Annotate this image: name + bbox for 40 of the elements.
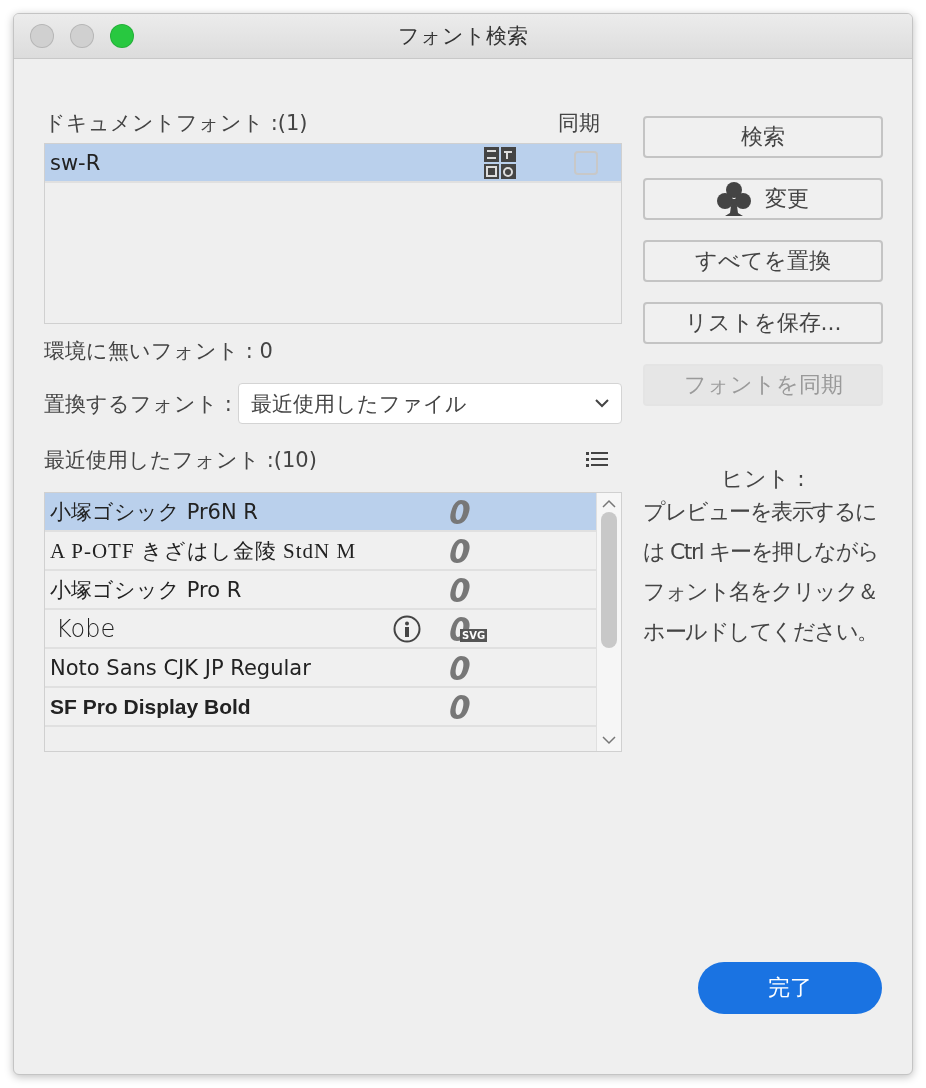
- scrollbar[interactable]: [596, 493, 621, 751]
- document-font-row[interactable]: sw-R: [45, 144, 621, 183]
- info-icon[interactable]: [393, 614, 421, 643]
- missing-fonts-count: 環境に無いフォント : 0: [44, 339, 273, 363]
- action-button[interactable]: リストを保存...: [643, 302, 883, 344]
- font-name: Noto Sans CJK JP Regular: [50, 655, 312, 680]
- replace-font-dropdown[interactable]: 最近使用したファイル: [237, 383, 622, 424]
- scroll-down-icon[interactable]: [602, 736, 616, 745]
- window-close-button[interactable]: [30, 24, 54, 48]
- action-button[interactable]: 変更: [643, 178, 883, 220]
- svg-badge: SVG: [460, 628, 488, 642]
- font-name: SF Pro Display Bold: [50, 694, 252, 719]
- italic-o-icon: [450, 655, 470, 680]
- replace-font-label: 置換するフォント :: [44, 390, 232, 418]
- window-title: フォント検索: [398, 24, 528, 48]
- italic-o-icon: [450, 538, 470, 563]
- font-name: 小塚ゴシック Pr6N R: [50, 498, 259, 526]
- italic-o-icon: [450, 499, 470, 524]
- window-zoom-button[interactable]: [110, 24, 134, 48]
- recent-fonts-label: 最近使用したフォント :(10): [44, 447, 317, 474]
- done-button[interactable]: 完了: [698, 962, 882, 1014]
- sync-column-header: 同期: [558, 110, 600, 137]
- action-button[interactable]: 検索: [643, 116, 883, 158]
- font-name: sw-R: [50, 150, 102, 175]
- cjk-font-icon: [484, 146, 516, 179]
- font-name: A P-OTF きざはし金陵 StdN M: [50, 537, 358, 565]
- font-name: Kobe: [55, 614, 117, 643]
- window-minimize-button[interactable]: [70, 24, 94, 48]
- list-view-icon[interactable]: [586, 452, 608, 468]
- italic-o-icon: [450, 577, 470, 602]
- document-fonts-label: ドキュメントフォント :(1): [44, 110, 308, 137]
- italic-o-icon: [450, 694, 470, 719]
- action-button[interactable]: すべてを置換: [643, 240, 883, 282]
- scroll-up-icon[interactable]: [602, 499, 616, 508]
- hint-text: プレビューを表示するには Ctrl キーを押しながらフォント名をクリック＆ホールドしてください。: [643, 498, 880, 646]
- hint-title: ヒント :: [721, 466, 805, 491]
- chevron-down-icon: [595, 399, 609, 408]
- recent-font-row[interactable]: 小塚ゴシック Pr6N R: [45, 493, 596, 532]
- sync-checkbox[interactable]: [574, 150, 598, 175]
- font-name: 小塚ゴシック Pro R: [50, 576, 243, 604]
